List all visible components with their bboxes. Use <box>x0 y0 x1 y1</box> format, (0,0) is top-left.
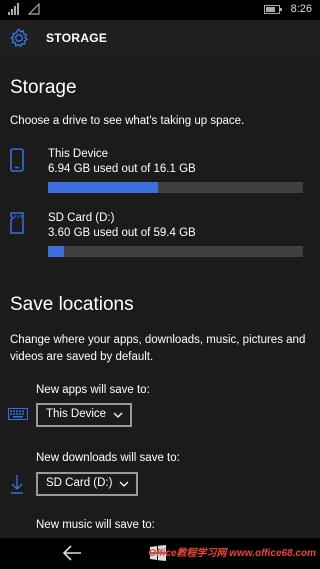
drive-usage: 6.94 GB used out of 16.1 GB <box>48 163 196 175</box>
app-header: STORAGE <box>0 20 320 56</box>
status-bar: 8:26 <box>0 0 320 20</box>
download-icon <box>11 475 23 494</box>
chevron-down-icon <box>119 481 129 487</box>
downloads-location-dropdown[interactable]: SD Card (D:) <box>36 472 139 496</box>
save-locations-heading: Save locations <box>10 294 134 315</box>
usage-bar-fill <box>48 246 64 257</box>
clock: 8:26 <box>290 3 312 15</box>
usage-bar <box>48 246 303 257</box>
drive-this-device[interactable]: This Device 6.94 GB used out of 16.1 GB <box>0 148 320 208</box>
downloads-save-label: New downloads will save to: <box>36 452 180 464</box>
drive-sd-card[interactable]: SD Card (D:) 3.60 GB used out of 59.4 GB <box>0 212 320 272</box>
chevron-down-icon <box>113 412 123 418</box>
back-arrow-icon[interactable] <box>62 544 82 562</box>
drive-name: SD Card (D:) <box>48 212 115 224</box>
drive-usage: 3.60 GB used out of 59.4 GB <box>48 227 196 239</box>
storage-page: Storage Choose a drive to see what's tak… <box>0 56 320 538</box>
page-title: STORAGE <box>46 31 108 45</box>
navigation-bar: Office教程学习网 www.office68.com <box>0 538 320 569</box>
dropdown-value: SD Card (D:) <box>46 477 113 489</box>
usage-bar <box>48 182 303 193</box>
storage-heading: Storage <box>10 77 77 98</box>
sd-card-icon <box>10 212 24 234</box>
watermark: Office教程学习网 www.office68.com <box>148 548 316 559</box>
keyboard-icon <box>8 408 28 420</box>
apps-location-dropdown[interactable]: This Device <box>36 403 133 427</box>
phone-icon <box>10 148 24 172</box>
usage-bar-fill <box>48 182 158 193</box>
wifi-icon <box>28 3 40 15</box>
drive-name: This Device <box>48 148 109 160</box>
dropdown-value: This Device <box>46 408 107 420</box>
battery-icon <box>264 5 282 14</box>
apps-save-label: New apps will save to: <box>36 384 150 396</box>
save-locations-description: Change where your apps, downloads, music… <box>10 334 306 363</box>
music-save-label: New music will save to: <box>36 519 155 531</box>
signal-icon <box>8 3 19 15</box>
gear-icon[interactable] <box>8 27 30 49</box>
storage-description: Choose a drive to see what's taking up s… <box>10 115 245 127</box>
